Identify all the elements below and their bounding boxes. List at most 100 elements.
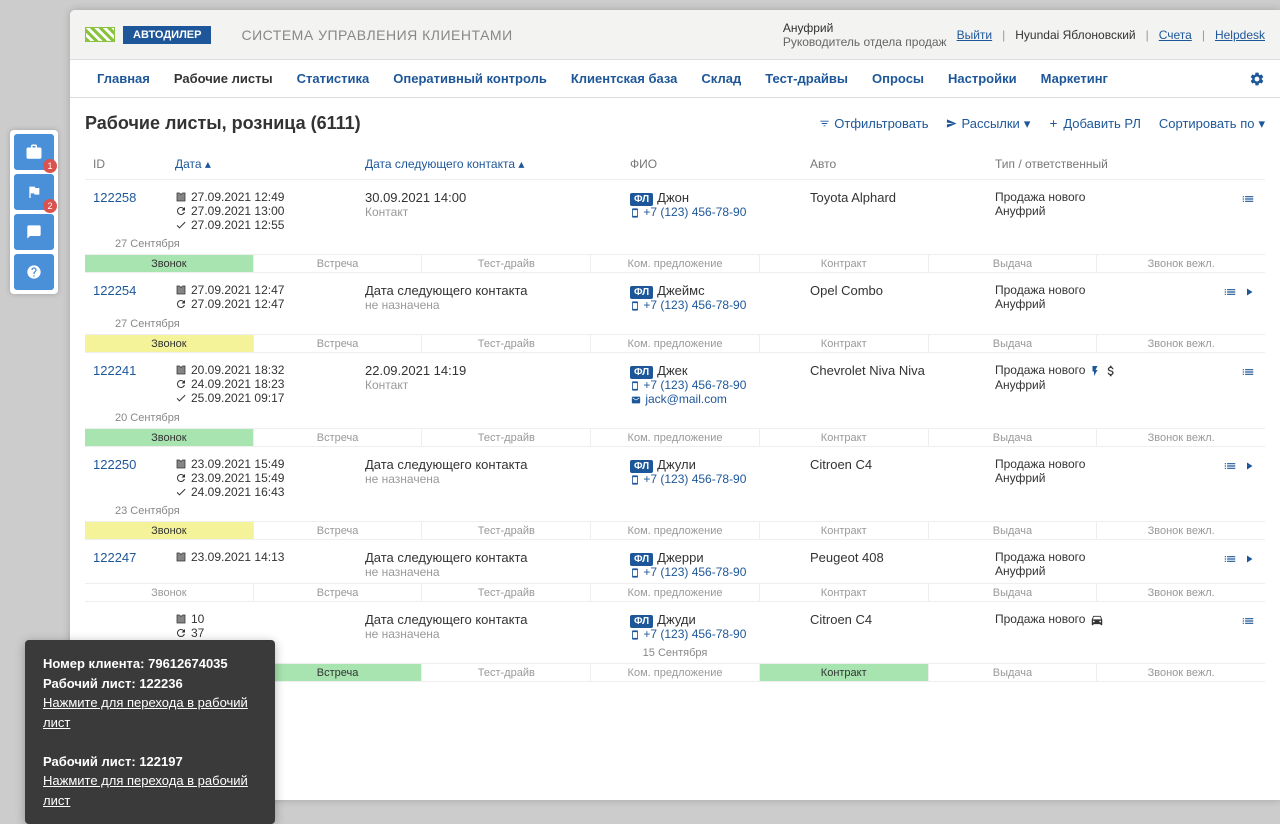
stage-cell[interactable]: Контракт: [760, 522, 929, 539]
stage-cell[interactable]: Звонок: [85, 255, 254, 272]
add-button[interactable]: Добавить РЛ: [1048, 116, 1141, 132]
stage-cell[interactable]: Контракт: [760, 255, 929, 272]
nav-item[interactable]: Маркетинг: [1029, 60, 1120, 98]
stage-cell[interactable]: Звонок вежл.: [1097, 255, 1265, 272]
stage-cell[interactable]: Ком. предложение: [591, 255, 760, 272]
stage-cell[interactable]: Звонок: [85, 584, 254, 601]
email-link[interactable]: jack@mail.com: [630, 392, 810, 406]
client-name: Джеймс: [657, 283, 704, 298]
filter-button[interactable]: Отфильтровать: [819, 116, 928, 132]
next-contact-missing: Дата следующего контакта: [365, 612, 630, 627]
responsible: Ануфрий: [995, 297, 1185, 311]
stage-cell[interactable]: Встреча: [254, 522, 423, 539]
auto-name: Chevrolet Niva Niva: [810, 363, 995, 406]
stage-cell[interactable]: Тест-драйв: [422, 584, 591, 601]
worksheet-id-link[interactable]: 122250: [93, 457, 136, 472]
stage-cell[interactable]: Выдача: [929, 584, 1098, 601]
sale-type: Продажа нового: [995, 550, 1185, 564]
auto-name: Opel Combo: [810, 283, 995, 312]
worksheet-id-link[interactable]: 122258: [93, 190, 136, 205]
play-icon[interactable]: [1243, 283, 1255, 298]
stage-cell[interactable]: Тест-драйв: [422, 255, 591, 272]
stage-cell[interactable]: Встреча: [254, 255, 423, 272]
stage-cell[interactable]: Звонок вежл.: [1097, 584, 1265, 601]
stage-cell[interactable]: Выдача: [929, 255, 1098, 272]
stage-cell[interactable]: Звонок вежл.: [1097, 335, 1265, 352]
stage-cell[interactable]: Встреча: [254, 584, 423, 601]
stage-cell[interactable]: Ком. предложение: [591, 584, 760, 601]
list-icon[interactable]: [1241, 612, 1255, 628]
nav-item[interactable]: Статистика: [285, 60, 382, 98]
stage-cell[interactable]: Звонок: [85, 429, 254, 446]
column-fio: ФИО: [630, 157, 810, 171]
next-contact-missing: Дата следующего контакта: [365, 550, 630, 565]
stage-cell[interactable]: Контракт: [760, 664, 929, 681]
helpdesk-link[interactable]: Helpdesk: [1215, 28, 1265, 42]
stage-cell[interactable]: Звонок вежл.: [1097, 664, 1265, 681]
accounts-link[interactable]: Счета: [1159, 28, 1192, 42]
logout-link[interactable]: Выйти: [957, 28, 993, 42]
tooltip-link-1[interactable]: Нажмите для перехода в рабочий лист: [43, 695, 248, 730]
stage-cell[interactable]: Тест-драйв: [422, 664, 591, 681]
nav-item[interactable]: Главная: [85, 60, 162, 98]
phone-link[interactable]: +7 (123) 456-78-90: [630, 205, 810, 219]
column-next-contact[interactable]: Дата следующего контакта ▴: [365, 157, 630, 171]
phone-link[interactable]: +7 (123) 456-78-90: [630, 565, 810, 579]
stage-cell[interactable]: Тест-драйв: [422, 429, 591, 446]
play-icon[interactable]: [1243, 457, 1255, 472]
stage-cell[interactable]: Встреча: [254, 335, 423, 352]
list-icon[interactable]: [1241, 363, 1255, 379]
stage-cell[interactable]: Встреча: [254, 429, 423, 446]
stage-cell[interactable]: Звонок вежл.: [1097, 522, 1265, 539]
list-icon[interactable]: [1223, 283, 1237, 299]
play-icon[interactable]: [1243, 550, 1255, 565]
stage-cell[interactable]: Ком. предложение: [591, 522, 760, 539]
side-help-button[interactable]: [14, 254, 54, 290]
worksheet-id-link[interactable]: 122247: [93, 550, 136, 565]
logo-icon: [85, 27, 115, 42]
phone-link[interactable]: +7 (123) 456-78-90: [630, 472, 810, 486]
nav-item[interactable]: Клиентская база: [559, 60, 690, 98]
stage-cell[interactable]: Звонок: [85, 335, 254, 352]
worksheet-id-link[interactable]: 122241: [93, 363, 136, 378]
stage-cell[interactable]: Встреча: [254, 664, 423, 681]
sort-button[interactable]: Сортировать по ▾: [1159, 116, 1265, 132]
stage-cell[interactable]: Звонок вежл.: [1097, 429, 1265, 446]
list-icon[interactable]: [1241, 190, 1255, 206]
side-flag-button[interactable]: 2: [14, 174, 54, 210]
stage-cell[interactable]: Ком. предложение: [591, 429, 760, 446]
list-icon[interactable]: [1223, 457, 1237, 473]
list-icon[interactable]: [1223, 550, 1237, 566]
stage-cell[interactable]: Звонок: [85, 522, 254, 539]
gear-icon[interactable]: [1249, 70, 1265, 87]
phone-link[interactable]: +7 (123) 456-78-90: [630, 627, 810, 641]
stage-cell[interactable]: Выдача: [929, 335, 1098, 352]
nav-item[interactable]: Рабочие листы: [162, 60, 285, 98]
side-briefcase-button[interactable]: 1: [14, 134, 54, 170]
stage-cell[interactable]: Выдача: [929, 522, 1098, 539]
phone-link[interactable]: +7 (123) 456-78-90: [630, 378, 810, 392]
mailings-button[interactable]: Рассылки ▾: [946, 116, 1030, 132]
stage-cell[interactable]: Выдача: [929, 429, 1098, 446]
stage-cell[interactable]: Ком. предложение: [591, 664, 760, 681]
nav-item[interactable]: Тест-драйвы: [753, 60, 860, 98]
nav-item[interactable]: Оперативный контроль: [381, 60, 559, 98]
phone-link[interactable]: +7 (123) 456-78-90: [630, 298, 810, 312]
stage-cell[interactable]: Контракт: [760, 584, 929, 601]
stage-cell[interactable]: Выдача: [929, 664, 1098, 681]
nav-item[interactable]: Опросы: [860, 60, 936, 98]
date-value: 27.09.2021 12:55: [191, 218, 284, 232]
stage-cell[interactable]: Контракт: [760, 335, 929, 352]
date-separator: 23 Сентября: [85, 503, 1265, 521]
nav-item[interactable]: Настройки: [936, 60, 1029, 98]
column-date[interactable]: Дата ▴: [175, 157, 365, 171]
stage-cell[interactable]: Контракт: [760, 429, 929, 446]
stage-cell[interactable]: Тест-драйв: [422, 522, 591, 539]
side-chat-button[interactable]: [14, 214, 54, 250]
worksheet-id-link[interactable]: 122254: [93, 283, 136, 298]
stage-cell[interactable]: Тест-драйв: [422, 335, 591, 352]
tooltip-link-2[interactable]: Нажмите для перехода в рабочий лист: [43, 773, 248, 808]
client-name: Джуди: [657, 612, 696, 627]
stage-cell[interactable]: Ком. предложение: [591, 335, 760, 352]
nav-item[interactable]: Склад: [689, 60, 753, 98]
